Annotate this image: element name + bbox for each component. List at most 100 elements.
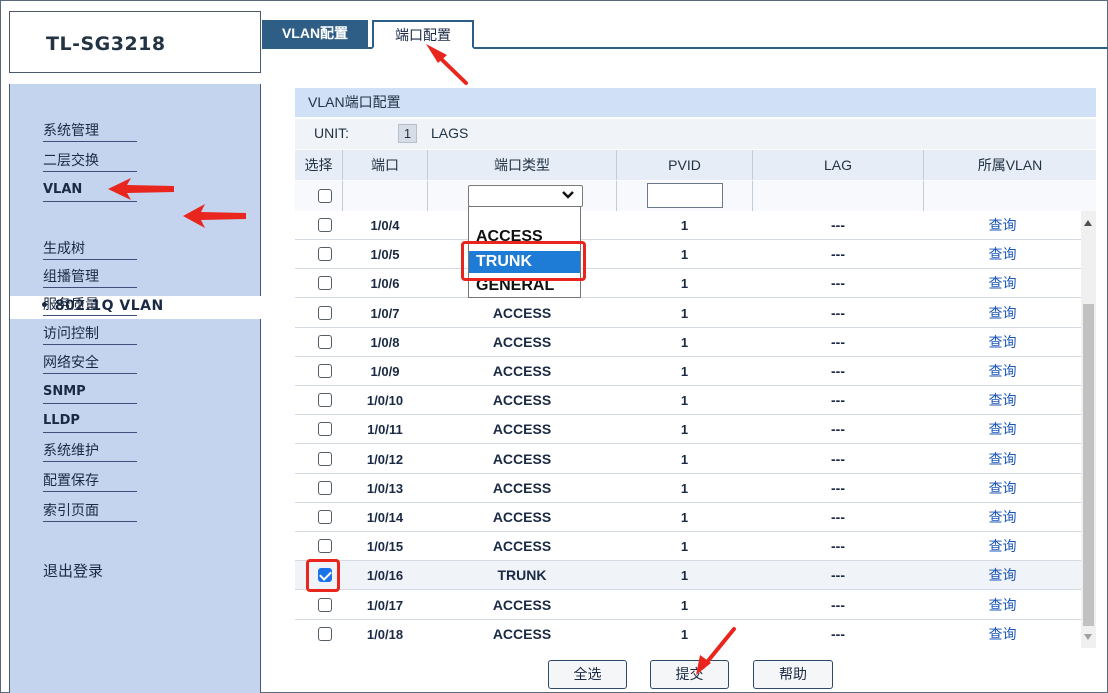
pvid-cell: 1 xyxy=(680,364,689,379)
scroll-down-arrow-icon[interactable] xyxy=(1084,634,1092,640)
pvid-cell: 1 xyxy=(680,393,689,408)
table-row: 1/0/5 1 --- 查询 xyxy=(295,240,1081,269)
sidebar-item-spanning-tree[interactable]: 生成树 xyxy=(43,238,137,260)
row-select-checkbox[interactable] xyxy=(318,364,332,378)
row-select-checkbox[interactable] xyxy=(318,481,332,495)
sidebar-item-multicast[interactable]: 组播管理 xyxy=(43,266,137,288)
port-cell: 1/0/17 xyxy=(366,598,404,613)
row-select-checkbox[interactable] xyxy=(318,598,332,612)
table-row: 1/0/16 TRUNK 1 --- 查询 xyxy=(295,561,1081,590)
query-vlan-link[interactable]: 查询 xyxy=(924,240,1081,269)
port-cell: 1/0/12 xyxy=(366,452,404,467)
pvid-cell: 1 xyxy=(680,598,689,613)
query-vlan-link[interactable]: 查询 xyxy=(924,211,1081,240)
scroll-thumb[interactable] xyxy=(1083,304,1094,626)
batch-port-cell xyxy=(343,181,428,211)
help-button[interactable]: 帮助 xyxy=(753,660,833,689)
sidebar-item-security[interactable]: 网络安全 xyxy=(43,352,137,374)
query-vlan-link[interactable]: 查询 xyxy=(924,415,1081,444)
pvid-input[interactable] xyxy=(647,183,723,208)
lag-cell: --- xyxy=(831,305,845,321)
batch-edit-row xyxy=(295,181,1096,211)
checkbox-highlight-box xyxy=(306,559,340,592)
row-select-checkbox[interactable] xyxy=(318,393,332,407)
sidebar-item-vlan[interactable]: VLAN xyxy=(43,180,137,202)
pvid-cell: 1 xyxy=(680,306,689,321)
query-vlan-link[interactable]: 查询 xyxy=(924,591,1081,620)
query-vlan-link[interactable]: 查询 xyxy=(924,269,1081,298)
unit-row: UNIT: 1 LAGS xyxy=(295,119,1096,149)
lag-cell: --- xyxy=(831,334,845,350)
batch-select-checkbox[interactable] xyxy=(318,189,332,203)
header-port: 端口 xyxy=(343,150,428,180)
row-select-checkbox[interactable] xyxy=(318,539,332,553)
select-all-button[interactable]: 全选 xyxy=(548,660,627,689)
port-cell: 1/0/18 xyxy=(366,627,404,642)
port-type-cell: ACCESS xyxy=(492,597,552,613)
sidebar-item-save-config[interactable]: 配置保存 xyxy=(43,470,137,492)
port-type-cell: ACCESS xyxy=(492,334,552,350)
row-select-checkbox[interactable] xyxy=(318,276,332,290)
row-select-checkbox[interactable] xyxy=(318,247,332,261)
lag-cell: --- xyxy=(831,567,845,583)
lags-link[interactable]: LAGS xyxy=(431,125,468,141)
logout-link[interactable]: 退出登录 xyxy=(43,560,103,581)
port-type-cell: ACCESS xyxy=(492,305,552,321)
port-cell: 1/0/14 xyxy=(366,510,404,525)
sidebar-item-index[interactable]: 索引页面 xyxy=(43,500,137,522)
port-type-cell: ACCESS xyxy=(492,538,552,554)
query-vlan-link[interactable]: 查询 xyxy=(924,620,1081,648)
row-select-checkbox[interactable] xyxy=(318,218,332,232)
lag-cell: --- xyxy=(831,451,845,467)
pvid-cell: 1 xyxy=(680,422,689,437)
port-type-cell: ACCESS xyxy=(492,421,552,437)
port-cell: 1/0/7 xyxy=(370,306,400,321)
sidebar-item-lldp[interactable]: LLDP xyxy=(43,411,137,433)
tab-port-config[interactable]: 端口配置 xyxy=(372,20,474,49)
lag-cell: --- xyxy=(831,363,845,379)
sidebar-item-system[interactable]: 系统管理 xyxy=(43,120,137,142)
sidebar-item-acl[interactable]: 访问控制 xyxy=(43,323,137,345)
row-select-checkbox[interactable] xyxy=(318,627,332,641)
row-select-checkbox[interactable] xyxy=(318,422,332,436)
query-vlan-link[interactable]: 查询 xyxy=(924,328,1081,357)
sidebar-item-maintenance[interactable]: 系统维护 xyxy=(43,440,137,462)
sidebar-item-layer2[interactable]: 二层交换 xyxy=(43,150,137,172)
table-row: 1/0/14 ACCESS 1 --- 查询 xyxy=(295,503,1081,532)
tab-vlan-config[interactable]: VLAN配置 xyxy=(262,20,368,49)
port-cell: 1/0/15 xyxy=(366,539,404,554)
port-table-body: 1/0/4 1 --- 查询 1/0/5 1 --- 查询 1/0/6 1 --- 查询 1/0/7 AC… xyxy=(295,211,1081,648)
query-vlan-link[interactable]: 查询 xyxy=(924,299,1081,328)
table-header: 选择 端口 端口类型 PVID LAG 所属VLAN xyxy=(295,150,1096,180)
table-row: 1/0/18 ACCESS 1 --- 查询 xyxy=(295,620,1081,648)
sidebar-item-snmp[interactable]: SNMP xyxy=(43,382,137,404)
unit-label: UNIT: xyxy=(314,125,349,141)
query-vlan-link[interactable]: 查询 xyxy=(924,386,1081,415)
scroll-up-arrow-icon[interactable] xyxy=(1084,220,1092,226)
query-vlan-link[interactable]: 查询 xyxy=(924,561,1081,590)
port-type-select[interactable] xyxy=(468,185,583,207)
query-vlan-link[interactable]: 查询 xyxy=(924,532,1081,561)
row-select-checkbox[interactable] xyxy=(318,335,332,349)
table-row: 1/0/4 1 --- 查询 xyxy=(295,211,1081,240)
query-vlan-link[interactable]: 查询 xyxy=(924,445,1081,474)
lag-cell: --- xyxy=(831,421,845,437)
query-vlan-link[interactable]: 查询 xyxy=(924,474,1081,503)
table-row: 1/0/7 ACCESS 1 --- 查询 xyxy=(295,299,1081,328)
port-cell: 1/0/9 xyxy=(370,364,400,379)
sidebar-item-qos[interactable]: 服务质量 xyxy=(43,294,137,316)
query-vlan-link[interactable]: 查询 xyxy=(924,357,1081,386)
unit-1-button[interactable]: 1 xyxy=(398,124,417,143)
pvid-cell: 1 xyxy=(680,335,689,350)
table-scrollbar[interactable] xyxy=(1081,211,1096,648)
query-vlan-link[interactable]: 查询 xyxy=(924,503,1081,532)
section-title: VLAN端口配置 xyxy=(295,88,1096,117)
port-cell: 1/0/10 xyxy=(366,393,404,408)
row-select-checkbox[interactable] xyxy=(318,510,332,524)
row-select-checkbox[interactable] xyxy=(318,452,332,466)
port-type-cell: ACCESS xyxy=(492,451,552,467)
table-row: 1/0/10 ACCESS 1 --- 查询 xyxy=(295,386,1081,415)
submit-button[interactable]: 提交 xyxy=(650,660,729,689)
batch-select-cell xyxy=(295,181,343,211)
row-select-checkbox[interactable] xyxy=(318,306,332,320)
